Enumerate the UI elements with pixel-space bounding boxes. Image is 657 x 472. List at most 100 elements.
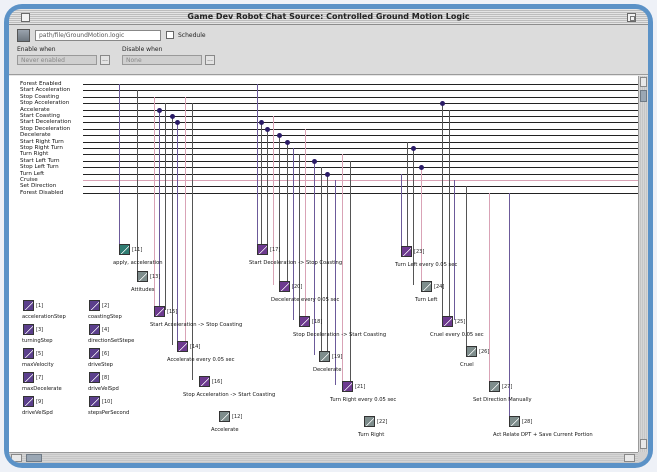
signal-line <box>83 141 638 143</box>
signal-label[interactable]: Start Coasting <box>20 113 60 119</box>
node-label: Stop Acceleration -> Start Coasting <box>183 392 276 398</box>
variable-label: directionSetStepe <box>88 338 135 344</box>
connection-line <box>299 154 300 320</box>
gray-icon <box>489 381 500 392</box>
purple-icon <box>23 396 34 407</box>
scroll-left-arrow[interactable] <box>11 454 22 462</box>
signal-label[interactable]: Turn Left <box>20 171 44 177</box>
vertical-scrollbar[interactable] <box>638 76 648 452</box>
signal-label[interactable]: Start Left Turn <box>20 158 60 164</box>
schedule-checkbox[interactable] <box>166 31 174 39</box>
signal-line <box>83 148 638 149</box>
signal-label[interactable]: Stop Deceleration <box>20 126 70 132</box>
signal-label[interactable]: Start Deceleration <box>20 119 71 125</box>
node-label: Attitudes <box>131 287 155 293</box>
enable-when-browse-button[interactable]: ... <box>100 55 110 65</box>
variable-label: accelerationStep <box>22 314 66 320</box>
junction-dot <box>170 114 175 119</box>
connection-line <box>407 141 408 250</box>
path-field[interactable]: path/file/GroundMotion.logic <box>35 30 161 41</box>
signal-label[interactable]: Accelerate <box>20 107 50 113</box>
variable-number: [3] <box>36 327 44 333</box>
purple-icon <box>89 348 100 359</box>
green-icon <box>119 244 130 255</box>
junction-dot <box>440 101 445 107</box>
signal-line <box>83 116 638 117</box>
gray-icon <box>421 281 432 292</box>
junction-dot <box>259 120 264 126</box>
variable-number: [5] <box>36 351 44 357</box>
connection-line <box>185 96 186 345</box>
connection-line <box>261 122 262 248</box>
signal-label[interactable]: Stop Coasting <box>20 94 59 100</box>
vertical-scroll-thumb[interactable] <box>640 90 647 102</box>
node-number: [27] <box>502 384 513 390</box>
horizontal-scrollbar[interactable] <box>9 452 638 463</box>
node-label: Turn Left <box>415 297 438 303</box>
logic-diagram-canvas[interactable]: Forest Enabled Start Acceleration Stop Coa… <box>9 76 638 452</box>
node-number: [12] <box>232 414 243 420</box>
signal-label[interactable]: Start Acceleration <box>20 87 70 93</box>
resize-grip[interactable] <box>638 452 648 463</box>
signal-label[interactable]: Set Direction <box>20 183 56 189</box>
signal-label[interactable]: Forest Disabled <box>20 190 63 196</box>
scroll-down-arrow[interactable] <box>640 439 647 449</box>
disable-when-label: Disable when <box>122 46 163 53</box>
connection-line <box>165 103 166 310</box>
horizontal-scroll-thumb[interactable] <box>26 454 42 462</box>
variable-label: coastingStep <box>88 314 122 320</box>
window-content: path/file/GroundMotion.logic Schedule En… <box>9 25 648 463</box>
node-number: [11] <box>132 247 143 253</box>
node-number: [15] <box>167 309 178 315</box>
signal-label[interactable]: Forest Enabled <box>20 81 62 87</box>
signal-label[interactable]: Stop Right Turn <box>20 145 63 151</box>
connection-line <box>449 109 450 320</box>
signal-label[interactable]: Decelerate <box>20 132 51 138</box>
purple-icon <box>199 376 210 387</box>
diagram-icon[interactable] <box>17 29 30 42</box>
app-window: Game Dev Robot Chat Source: Controlled G… <box>4 4 653 468</box>
purple-icon <box>23 324 34 335</box>
node-number: [17] <box>270 247 281 253</box>
signal-label[interactable]: Stop Left Turn <box>20 164 59 170</box>
signal-label[interactable]: Stop Acceleration <box>20 100 69 106</box>
enable-when-label: Enable when <box>17 46 56 53</box>
zoom-box[interactable] <box>627 13 636 22</box>
gray-icon <box>137 271 148 282</box>
connection-line <box>350 160 351 385</box>
gray-icon <box>319 351 330 362</box>
junction-dot <box>325 171 330 177</box>
node-label: Accelerate every 0.05 sec <box>167 357 235 363</box>
purple-icon <box>89 324 100 335</box>
disable-when-field[interactable]: None <box>122 55 202 65</box>
purple-icon <box>177 341 188 352</box>
disable-when-browse-button[interactable]: ... <box>205 55 215 65</box>
signal-label[interactable]: Start Right Turn <box>20 139 64 145</box>
purple-icon <box>257 244 268 255</box>
node-number: [26] <box>479 349 490 355</box>
connection-line <box>454 180 455 320</box>
node-number: [20] <box>292 284 303 290</box>
node-label: Stop Deceleration -> Start Coasting <box>293 332 387 338</box>
connection-line <box>342 154 343 385</box>
node-label: Cruel every 0.05 sec <box>430 332 484 338</box>
node-label: Cruel <box>460 362 474 368</box>
variable-number: [6] <box>102 351 110 357</box>
node-number: [14] <box>190 344 201 350</box>
scroll-right-arrow[interactable] <box>624 454 635 462</box>
junction-dot <box>285 139 290 145</box>
scroll-up-arrow[interactable] <box>640 77 647 87</box>
signal-line <box>83 96 638 98</box>
purple-icon <box>89 396 100 407</box>
enable-when-field[interactable]: Never enabled <box>17 55 97 65</box>
gray-icon <box>219 411 230 422</box>
junction-dot <box>411 146 416 151</box>
connection-line <box>293 148 294 320</box>
node-label: Start Acceleration -> Stop Coasting <box>150 322 243 328</box>
purple-icon <box>401 246 412 257</box>
title-bar[interactable]: Game Dev Robot Chat Source: Controlled G… <box>9 9 648 25</box>
signal-label[interactable]: Cruise <box>20 177 38 183</box>
variable-label: maxVelocity <box>22 362 54 368</box>
signal-line <box>83 103 638 105</box>
signal-label[interactable]: Turn Right <box>20 151 48 157</box>
